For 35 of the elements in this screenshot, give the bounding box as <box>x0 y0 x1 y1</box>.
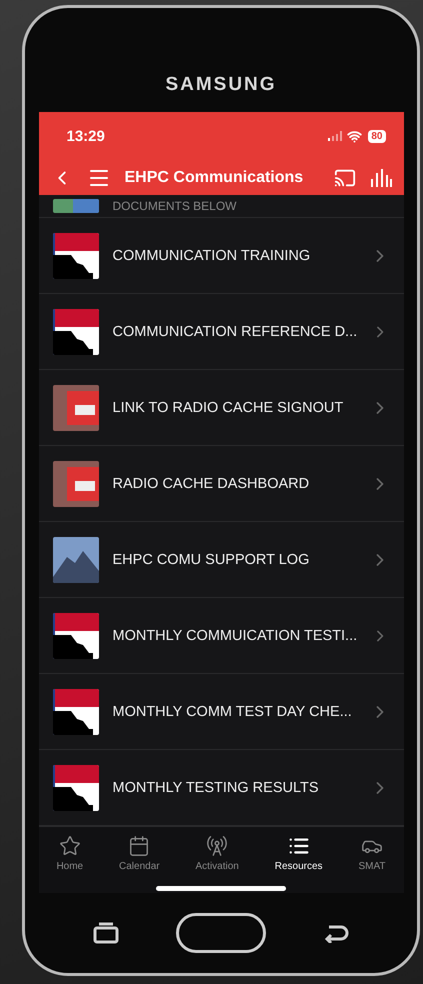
logo-thumbnail <box>52 232 98 278</box>
logo-thumbnail <box>52 308 98 354</box>
tab[interactable]: SMAT <box>358 835 386 872</box>
list-item[interactable]: EHPC COMU SUPPORT LOG <box>38 522 404 598</box>
signal-icon <box>328 131 342 141</box>
logo-thumbnail <box>52 688 98 734</box>
tab[interactable]: Activation <box>196 835 239 872</box>
star-icon <box>58 835 81 857</box>
list-item[interactable]: MONTHLY COMMUICATION TESTI... <box>38 598 404 674</box>
recent-apps-icon[interactable] <box>93 922 120 944</box>
list-item[interactable]: LINK TO RADIO CACHE SIGNOUT <box>38 370 404 446</box>
vehicle-photo-placeholder <box>52 460 98 506</box>
device-brand: SAMSUNG <box>165 74 277 96</box>
logo-thumbnail <box>52 764 98 810</box>
list-item[interactable]: MONTHLY COMM TEST DAY CHE... <box>38 674 404 750</box>
list-item[interactable]: RADIO CACHE DASHBOARD <box>38 446 404 522</box>
tab[interactable]: Calendar <box>119 835 160 872</box>
logo-thumbnail <box>52 612 98 658</box>
calendar-icon <box>128 835 150 857</box>
bars-icon[interactable] <box>370 168 392 186</box>
tab[interactable]: Home <box>56 835 84 872</box>
list-item[interactable]: COMMUNICATION REFERENCE D... <box>38 294 404 370</box>
header-title: EHPC Communications <box>124 168 304 186</box>
vehicle-photo-placeholder <box>52 384 98 430</box>
tab[interactable]: Resources <box>274 835 323 872</box>
map-photo-placeholder <box>52 199 98 213</box>
mountain-photo-placeholder <box>52 536 98 582</box>
list-item[interactable]: COMMUNICATION TRAINING <box>38 218 404 294</box>
antenna-icon <box>206 835 228 857</box>
home-button[interactable] <box>176 913 266 953</box>
list-item[interactable]: DOCUMENTS BELOW <box>38 195 404 218</box>
back-button-icon[interactable] <box>322 923 349 943</box>
wifi-icon <box>347 128 362 144</box>
battery-level: 80 <box>368 130 386 142</box>
status-time: 13:29 <box>66 128 106 144</box>
